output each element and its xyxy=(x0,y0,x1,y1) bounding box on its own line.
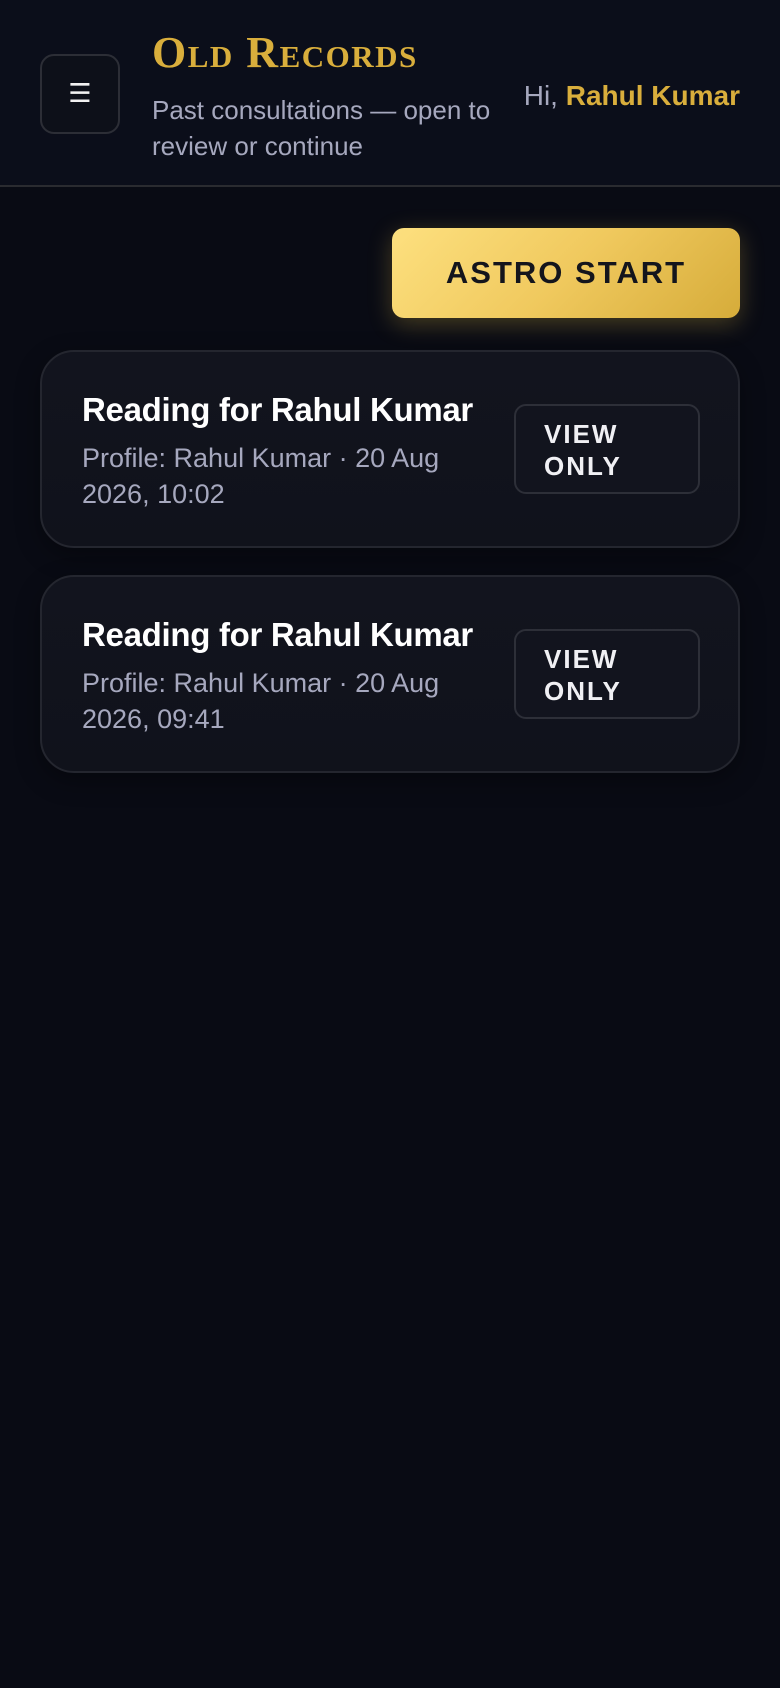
record-card: Reading for Rahul Kumar Profile: Rahul K… xyxy=(40,575,740,773)
user-name: Rahul Kumar xyxy=(565,80,740,111)
view-only-button[interactable]: VIEW ONLY xyxy=(514,404,700,494)
record-card: Reading for Rahul Kumar Profile: Rahul K… xyxy=(40,350,740,548)
page-subtitle: Past consultations — open to review or c… xyxy=(152,95,491,161)
view-only-button[interactable]: VIEW ONLY xyxy=(514,629,700,719)
app-header: ☰ Old Records Past consultations — open … xyxy=(0,0,780,187)
hamburger-icon: ☰ xyxy=(68,79,92,109)
greeting-prefix: Hi, xyxy=(523,80,558,111)
user-greeting: Hi, Rahul Kumar xyxy=(524,78,740,114)
astro-start-button[interactable]: ASTRO START xyxy=(392,228,740,318)
record-meta: Profile: Rahul Kumar · 20 Aug 2026, 10:0… xyxy=(82,443,440,509)
record-title: Reading for Rahul Kumar xyxy=(82,616,473,653)
menu-button[interactable]: ☰ xyxy=(40,54,120,134)
page-title: Old Records xyxy=(152,28,418,77)
header-title-group: Old Records Past consultations — open to… xyxy=(152,30,502,164)
record-title: Reading for Rahul Kumar xyxy=(82,391,473,428)
record-meta: Profile: Rahul Kumar · 20 Aug 2026, 09:4… xyxy=(82,668,440,734)
